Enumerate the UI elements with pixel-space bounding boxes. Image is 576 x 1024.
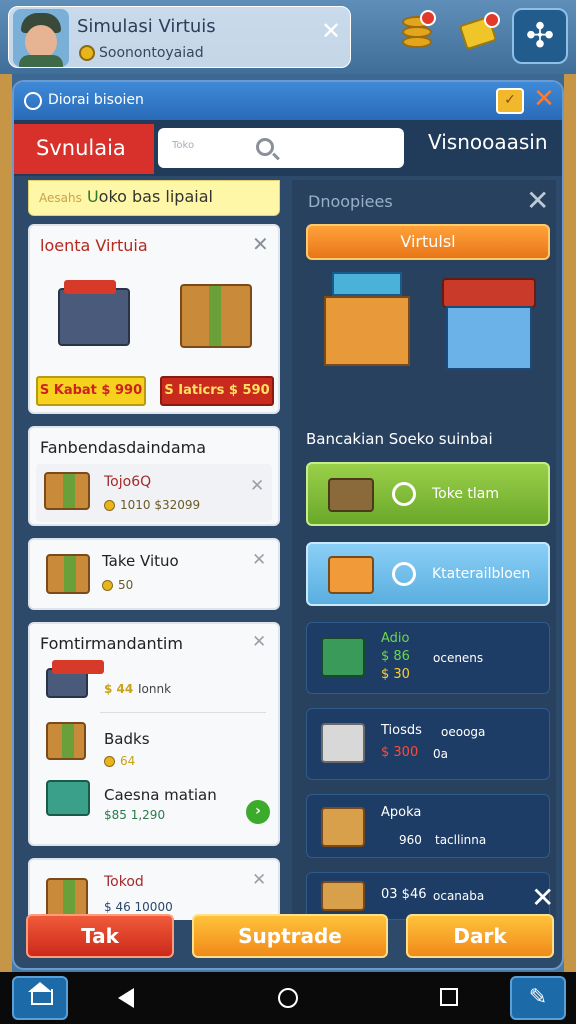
game-screen: Simulasi Virtuis Soonontoyaiad ✕ ✣ Diora…: [0, 0, 576, 1024]
close-icon[interactable]: ✕: [321, 17, 341, 45]
card-title: Fanbendasdaindama: [40, 438, 207, 457]
gauge-icon: [392, 562, 416, 586]
coins-icon[interactable]: [398, 10, 438, 54]
upgrade-button[interactable]: Suptrade: [192, 914, 388, 958]
arrow-right-button[interactable]: ›: [246, 800, 270, 824]
panel-header: Diorai bisoien ✓ ✕: [14, 82, 562, 120]
cart-icon: [321, 637, 365, 677]
price-button[interactable]: S Kabat $ 990: [36, 376, 146, 406]
system-nav-bar: ✎: [0, 972, 576, 1024]
product-card: Fanbendasdaindama Tojo6Q 1010 $32099 ✕: [28, 426, 280, 526]
machine-icon: [328, 556, 374, 594]
ticket-icon[interactable]: [458, 10, 500, 54]
store-ribbon: Aesahs Uoko bas lipaial: [28, 180, 280, 216]
close-icon[interactable]: ✕: [252, 632, 266, 652]
close-icon[interactable]: ✕: [252, 550, 266, 570]
search-icon[interactable]: [256, 138, 274, 156]
tab-simulasi[interactable]: Svnulaia: [14, 124, 154, 174]
close-icon[interactable]: ✕: [531, 881, 554, 914]
profile-name: Simulasi Virtuis: [77, 16, 216, 37]
coin-icon: [104, 756, 115, 767]
card-title: loenta Virtuia: [40, 236, 148, 255]
dark-button[interactable]: Dark: [406, 914, 554, 958]
close-icon[interactable]: ✕: [252, 870, 266, 890]
material-button[interactable]: Ktaterailbloen: [306, 542, 550, 606]
favorite-button[interactable]: ✓: [496, 88, 524, 114]
main-panel: Diorai bisoien ✓ ✕ Svnulaia Toko Visnooa…: [12, 80, 564, 970]
clock-icon: [24, 92, 42, 110]
edit-icon[interactable]: ✎: [510, 976, 566, 1020]
product-card: loenta Virtuia ✕ S Kabat $ 990 S Iaticrs…: [28, 224, 280, 414]
shop-building-icon[interactable]: [324, 272, 414, 370]
register-icon: [46, 780, 90, 816]
list-item[interactable]: Tojo6Q 1010 $32099 ✕: [36, 464, 272, 522]
panel-close-button[interactable]: ✕: [530, 86, 558, 114]
crate-icon: [46, 660, 104, 698]
tab-row: Svnulaia Toko Visnooaasin: [14, 120, 562, 176]
profile-card[interactable]: Simulasi Virtuis Soonontoyaiad ✕: [8, 6, 351, 68]
box-icon: [321, 881, 365, 911]
price-button[interactable]: S Iaticrs $ 590: [160, 376, 274, 406]
product-card: Tokod $ 46 10000 ✕: [28, 858, 280, 920]
crate-icon: [44, 472, 90, 510]
home-icon[interactable]: [278, 988, 298, 1008]
settings-icon[interactable]: ✣: [512, 8, 568, 64]
search-placeholder: Toko: [172, 140, 195, 151]
profile-subtitle: Soonontoyaiad: [99, 45, 204, 61]
notification-dot: [420, 10, 436, 26]
right-column: Dnoopiees ✕ Virtulsl Bancakian Soeko sui…: [292, 180, 556, 920]
check-icon: [392, 482, 416, 506]
recents-icon[interactable]: [440, 988, 458, 1006]
coin-icon: [104, 500, 115, 511]
top-bar: Simulasi Virtuis Soonontoyaiad ✕ ✣: [0, 0, 576, 74]
product-card: Fomtirmandantim ✕ $ 44 Ionnk Badks 64 Ca…: [28, 622, 280, 846]
tak-button[interactable]: Tak: [26, 914, 174, 958]
box-icon[interactable]: [180, 284, 252, 348]
list-item[interactable]: Apoka 960 tacllinna: [306, 794, 550, 858]
close-icon[interactable]: ✕: [526, 184, 549, 217]
section-header: Dnoopiees: [308, 192, 393, 211]
box-icon: [46, 554, 90, 594]
store-building-icon[interactable]: [442, 268, 538, 372]
box-icon: [321, 807, 365, 847]
coin-icon: [79, 45, 95, 61]
card-title: Fomtirmandantim: [40, 634, 183, 653]
close-icon[interactable]: ✕: [252, 232, 269, 256]
box-icon: [46, 722, 86, 760]
list-item[interactable]: Tiosds $ 300 oeooga 0a: [306, 708, 550, 780]
section-title: Bancakian Soeko suinbai: [306, 430, 493, 448]
shop-home-icon[interactable]: [12, 976, 68, 1020]
barrel-icon: [328, 478, 374, 512]
back-icon[interactable]: [118, 988, 134, 1008]
product-card: Take Vituo 50 ✕: [28, 538, 280, 610]
left-column: Aesahs Uoko bas lipaial loenta Virtuia ✕…: [24, 180, 294, 920]
virtual-button[interactable]: Virtulsl: [306, 224, 550, 260]
close-icon[interactable]: ✕: [250, 476, 264, 496]
coin-icon: [102, 580, 113, 591]
divider: [100, 712, 266, 713]
list-item[interactable]: Adio $ 86 $ 30 ocenens: [306, 622, 550, 694]
search-input[interactable]: Toko: [158, 128, 404, 168]
action-bar: Tak Suptrade Dark: [14, 912, 562, 968]
notification-dot: [484, 12, 500, 28]
crate-icon[interactable]: [58, 280, 130, 346]
avatar: [13, 9, 69, 67]
tab-visnooaasin[interactable]: Visnooaasin: [428, 130, 548, 154]
trolley-icon: [321, 723, 365, 763]
panel-title: Diorai bisoien: [48, 92, 144, 108]
take-button[interactable]: Toke tlam: [306, 462, 550, 526]
